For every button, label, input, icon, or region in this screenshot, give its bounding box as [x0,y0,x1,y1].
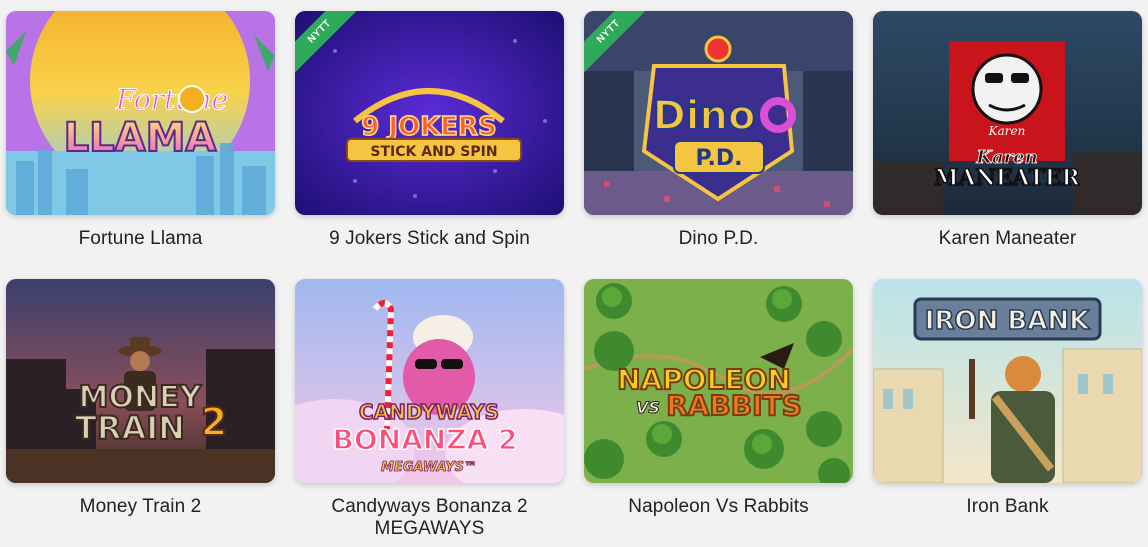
game-title[interactable]: Candyways Bonanza 2 [295,496,564,518]
game-title[interactable]: Napoleon Vs Rabbits [584,496,853,518]
game-title[interactable]: Money Train 2 [6,496,275,518]
logo-text: 9 JOKERS [361,112,497,142]
logo-text: P.D. [695,146,742,171]
game-thumbnail[interactable]: Fortune LLAMA [6,11,275,215]
money-train-2-artwork: MONEY TRAIN 2 [6,279,275,483]
game-card-money-train-2[interactable]: MONEY TRAIN 2 Money Train 2 [6,279,275,547]
game-thumbnail[interactable]: NAPOLEON VS RABBITS [584,279,853,483]
title-wrap: Candyways Bonanza 2 MEGAWAYS [295,496,564,539]
game-title[interactable]: Dino P.D. [584,228,853,250]
game-card-dino-pd[interactable]: Dino P.D. NYTT Dino P.D. [584,11,853,279]
game-grid: Fortune LLAMA Fortune Llama 9 JOKERS STI… [6,11,1144,547]
logo-text: BONANZA 2 [333,423,518,456]
dino-pd-artwork: Dino P.D. [584,11,853,215]
game-card-fortune-llama[interactable]: Fortune LLAMA Fortune Llama [6,11,275,279]
logo-text: STICK AND SPIN [370,144,497,160]
coin-icon [178,85,206,113]
logo-text: IRON BANK [925,306,1090,336]
game-thumbnail[interactable]: MONEY TRAIN 2 [6,279,275,483]
game-title[interactable]: Iron Bank [873,496,1142,518]
logo-text: RABBITS [666,389,802,422]
karen-face-icon [971,53,1043,125]
logo-text: TRAIN [75,409,185,447]
logo-text: LLAMA [64,115,217,161]
logo-text: VS [636,398,660,417]
iron-bank-artwork: IRON BANK [873,279,1142,483]
logo-text: Karen [988,124,1026,138]
game-title[interactable]: 9 Jokers Stick and Spin [295,228,564,250]
napoleon-vs-rabbits-artwork: NAPOLEON VS RABBITS [584,279,853,483]
logo-text: MANEATER [934,165,1080,191]
logo-text: 2 [201,400,227,444]
9-jokers-artwork: 9 JOKERS STICK AND SPIN [295,11,564,215]
siren-icon [704,35,732,63]
game-card-napoleon-vs-rabbits[interactable]: NAPOLEON VS RABBITS Napoleon Vs Rabbits [584,279,853,547]
game-thumbnail[interactable]: Dino P.D. NYTT [584,11,853,215]
logo-text: Fortune [115,83,228,116]
logo-text: Dino [653,93,756,139]
game-thumbnail[interactable]: CANDYWAYS BONANZA 2 MEGAWAYS™ [295,279,564,483]
game-card-karen-maneater[interactable]: Karen Karen MANEATER Karen Maneater [873,11,1142,279]
game-title[interactable]: Karen Maneater [873,228,1142,250]
logo-text: CANDYWAYS [359,400,499,424]
fortune-llama-artwork: Fortune LLAMA [6,11,275,215]
game-title[interactable]: Fortune Llama [6,228,275,250]
game-title-overflow: MEGAWAYS [374,518,485,539]
game-thumbnail[interactable]: IRON BANK [873,279,1142,483]
karen-maneater-artwork: Karen Karen MANEATER [873,11,1142,215]
game-thumbnail[interactable]: 9 JOKERS STICK AND SPIN NYTT [295,11,564,215]
game-card-candyways-bonanza-2[interactable]: CANDYWAYS BONANZA 2 MEGAWAYS™ Candyways … [295,279,564,547]
candyways-bonanza-artwork: CANDYWAYS BONANZA 2 MEGAWAYS™ [295,279,564,483]
game-thumbnail[interactable]: Karen Karen MANEATER [873,11,1142,215]
game-card-iron-bank[interactable]: IRON BANK Iron Bank [873,279,1142,547]
logo-text: MEGAWAYS™ [381,460,477,475]
game-card-9-jokers[interactable]: 9 JOKERS STICK AND SPIN NYTT 9 Jokers St… [295,11,564,279]
